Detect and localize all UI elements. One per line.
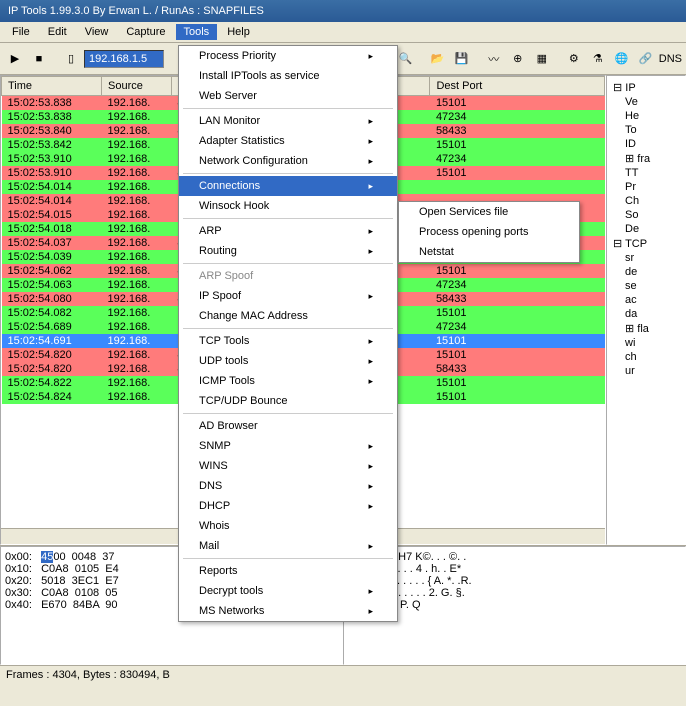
tree-item[interactable]: Ve (611, 95, 681, 109)
connections-submenu[interactable]: Open Services fileProcess opening portsN… (398, 201, 580, 263)
tree-item[interactable]: ur (611, 364, 681, 378)
search-icon[interactable]: 🔍 (395, 48, 417, 70)
tool1-icon[interactable]: ⚙ (563, 48, 585, 70)
col-header[interactable]: Source (102, 77, 172, 96)
menu-item[interactable]: Decrypt tools▸ (179, 581, 397, 601)
menu-item[interactable]: DHCP▸ (179, 496, 397, 516)
tree-item[interactable]: ⊟ IP (611, 80, 681, 95)
tree-item[interactable]: TT (611, 166, 681, 180)
tree-item[interactable]: ⊞ fla (611, 321, 681, 336)
menu-help[interactable]: Help (219, 24, 258, 40)
stop-icon[interactable]: ■ (28, 48, 50, 70)
menu-edit[interactable]: Edit (40, 24, 75, 40)
menu-file[interactable]: File (4, 24, 38, 40)
col-header[interactable]: Time (2, 77, 102, 96)
tree-item[interactable]: Ch (611, 194, 681, 208)
menu-item[interactable]: TCP Tools▸ (179, 331, 397, 351)
submenu-item[interactable]: Process opening ports (399, 222, 579, 242)
record-icon[interactable]: ▶ (4, 48, 26, 70)
status-bar: Frames : 4304, Bytes : 830494, B (0, 665, 686, 685)
tree-item[interactable]: So (611, 208, 681, 222)
menu-item[interactable]: Install IPTools as service (179, 66, 397, 86)
submenu-item[interactable]: Netstat (399, 242, 579, 262)
page-icon[interactable]: ▯ (60, 48, 82, 70)
tree-item[interactable]: To (611, 123, 681, 137)
menu-item[interactable]: DNS▸ (179, 476, 397, 496)
menu-item[interactable]: Reports (179, 561, 397, 581)
menu-item[interactable]: Winsock Hook (179, 196, 397, 216)
tree-item[interactable]: De (611, 222, 681, 236)
col-header[interactable]: Dest Port (430, 77, 605, 96)
menu-item[interactable]: ICMP Tools▸ (179, 371, 397, 391)
dns-label: DNS (659, 53, 682, 65)
menu-item[interactable]: Adapter Statistics▸ (179, 131, 397, 151)
tree-item[interactable]: Pr (611, 180, 681, 194)
menu-item[interactable]: Network Configuration▸ (179, 151, 397, 171)
menu-item[interactable]: LAN Monitor▸ (179, 111, 397, 131)
chart-icon[interactable]: 〰 (483, 48, 505, 70)
tree-item[interactable]: ac (611, 293, 681, 307)
globe-icon[interactable]: 🌐 (611, 48, 633, 70)
menu-item[interactable]: Change MAC Address (179, 306, 397, 326)
titlebar: IP Tools 1.99.3.0 By Erwan L. / RunAs : … (0, 0, 686, 22)
open-icon[interactable]: 📂 (427, 48, 449, 70)
menu-item[interactable]: TCP/UDP Bounce (179, 391, 397, 411)
tree-item[interactable]: de (611, 265, 681, 279)
menubar: FileEditViewCaptureToolsHelp (0, 22, 686, 43)
tree-pane[interactable]: ⊟ IPVeHeToID⊞ fraTTPrChSoDe⊟ TCPsrdeseac… (606, 75, 686, 545)
tree-item[interactable]: da (611, 307, 681, 321)
grid-icon[interactable]: ▦ (531, 48, 553, 70)
menu-item[interactable]: Process Priority▸ (179, 46, 397, 66)
tree-item[interactable]: ch (611, 350, 681, 364)
ip-input[interactable] (84, 50, 164, 68)
menu-item[interactable]: AD Browser (179, 416, 397, 436)
menu-item[interactable]: ARP▸ (179, 221, 397, 241)
menu-item[interactable]: Whois (179, 516, 397, 536)
submenu-item[interactable]: Open Services file (399, 202, 579, 222)
network-icon[interactable]: 🔗 (635, 48, 657, 70)
menu-item: ARP Spoof (179, 266, 397, 286)
tree-item[interactable]: ⊞ fra (611, 151, 681, 166)
tree-item[interactable]: se (611, 279, 681, 293)
tree-item[interactable]: He (611, 109, 681, 123)
menu-view[interactable]: View (77, 24, 117, 40)
tree-item[interactable]: ID (611, 137, 681, 151)
tools-menu[interactable]: Process Priority▸Install IPTools as serv… (178, 45, 398, 622)
menu-item[interactable]: Connections▸ (179, 176, 397, 196)
menu-item[interactable]: Web Server (179, 86, 397, 106)
menu-item[interactable]: IP Spoof▸ (179, 286, 397, 306)
tree-item[interactable]: ⊟ TCP (611, 236, 681, 251)
menu-item[interactable]: Mail▸ (179, 536, 397, 556)
menu-tools[interactable]: Tools (176, 24, 218, 40)
tree-item[interactable]: wi (611, 336, 681, 350)
target-icon[interactable]: ⊕ (507, 48, 529, 70)
menu-item[interactable]: Routing▸ (179, 241, 397, 261)
tree-item[interactable]: sr (611, 251, 681, 265)
save-icon[interactable]: 💾 (451, 48, 473, 70)
menu-item[interactable]: MS Networks▸ (179, 601, 397, 621)
menu-item[interactable]: SNMP▸ (179, 436, 397, 456)
menu-item[interactable]: WINS▸ (179, 456, 397, 476)
menu-item[interactable]: UDP tools▸ (179, 351, 397, 371)
tool2-icon[interactable]: ⚗ (587, 48, 609, 70)
menu-capture[interactable]: Capture (118, 24, 173, 40)
